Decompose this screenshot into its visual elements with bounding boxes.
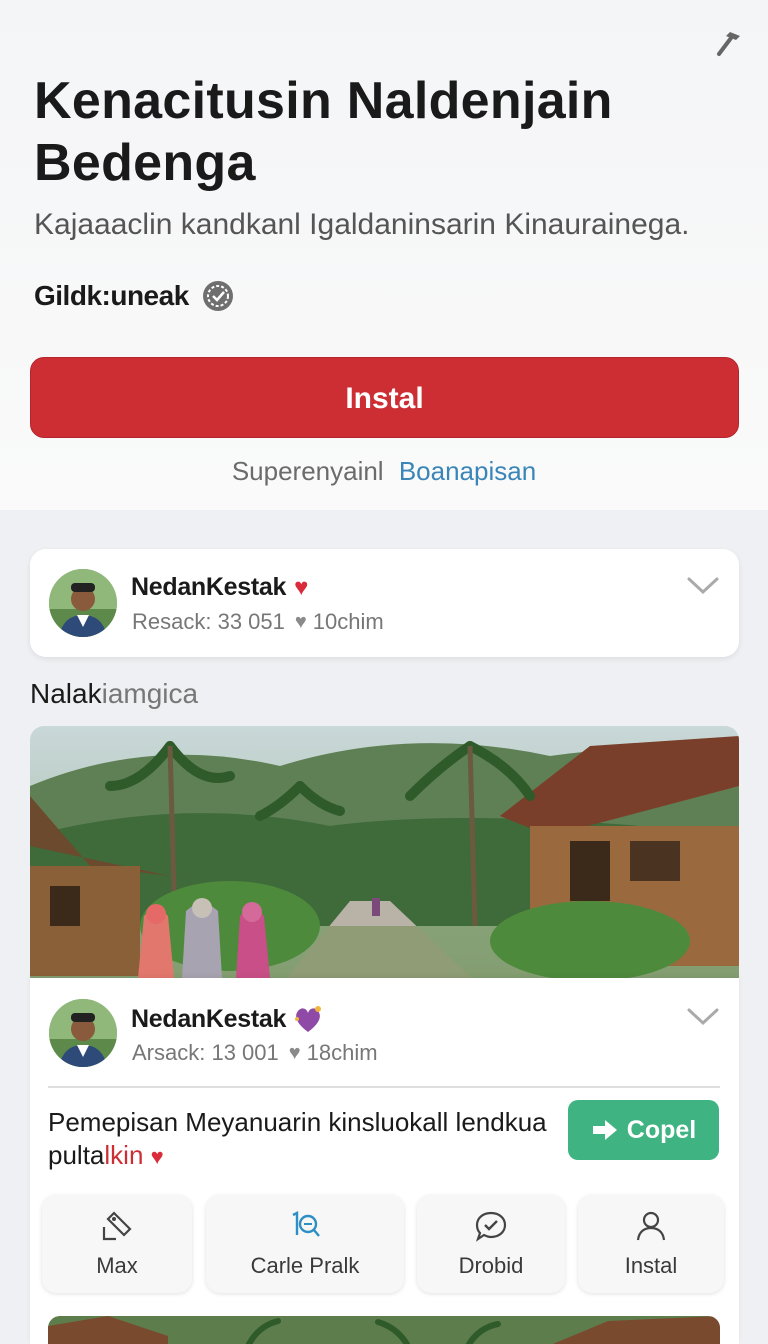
reviewer-name: NedanKestak ♥ — [131, 573, 308, 602]
divider — [48, 1086, 720, 1088]
review-time: 10chim — [312, 609, 384, 634]
review-meta: Resack: 33 051 ♥ 10chim — [132, 609, 384, 635]
action-instal[interactable]: Instal — [578, 1195, 724, 1293]
person-icon — [636, 1211, 666, 1241]
post-time: 18chim — [306, 1040, 378, 1065]
compel-label: Copel — [626, 1115, 697, 1144]
app-subtitle: Kajaaaclin kandkanl Igaldaninsarin Kinau… — [34, 208, 690, 241]
action-max[interactable]: Max — [42, 1195, 192, 1293]
chat-check-icon — [475, 1211, 507, 1242]
post-author-text: NedanKestak — [131, 1004, 287, 1033]
heart-icon: ♥ — [294, 573, 309, 601]
action-label: Drobid — [458, 1253, 524, 1278]
post-body-highlight: lkin — [104, 1140, 144, 1170]
action-drobid[interactable]: Drobid — [417, 1195, 565, 1293]
section-label-strong: Nalak — [30, 678, 102, 709]
like-icon: ♥ — [294, 610, 307, 633]
support-text: Superenyainl — [231, 456, 384, 486]
chevron-down-icon[interactable] — [686, 1006, 720, 1028]
action-carle-pralk[interactable]: Carle Pralk — [206, 1195, 404, 1293]
review-card[interactable]: NedanKestak ♥ Resack: 33 051 ♥ 10chim — [30, 549, 739, 657]
tag-edit-icon — [102, 1211, 132, 1241]
support-row: Superenyainl Boanapisan — [0, 456, 768, 487]
avatar — [49, 569, 117, 637]
compel-button[interactable]: Copel — [568, 1100, 719, 1160]
avatar — [49, 999, 117, 1067]
next-post-image[interactable] — [48, 1316, 720, 1344]
post-body: Pemepisan Meyanuarin kinsluokall lendkua… — [48, 1106, 568, 1173]
post-meta: Arsack: 13 001 ♥ 18chim — [132, 1040, 378, 1066]
install-button[interactable]: Instal — [30, 357, 739, 438]
app-title: Kenacitusin Naldenjain Bedenga — [34, 72, 613, 192]
reviewer-name-text: NedanKestak — [131, 573, 287, 601]
post-card: NedanKestak Arsack: 13 001 ♥ 18chim Peme… — [30, 978, 739, 1344]
post-count: Arsack: 13 001 — [132, 1040, 279, 1065]
app-header: Kenacitusin Naldenjain Bedenga Kajaaacli… — [0, 0, 768, 510]
search-plus-icon — [292, 1211, 320, 1237]
action-label: Max — [96, 1253, 138, 1278]
developer-name: Gildk:uneak — [34, 280, 189, 311]
developer-row[interactable]: Gildk:uneak — [34, 276, 235, 316]
post-author-name: NedanKestak — [131, 1004, 324, 1034]
verified-badge-icon — [202, 281, 233, 311]
arrow-right-icon — [592, 1120, 617, 1140]
like-icon: ♥ — [288, 1041, 301, 1064]
section-label: Nalakiamgica — [30, 678, 198, 710]
chevron-down-icon[interactable] — [686, 575, 720, 597]
section-label-light: iamgica — [101, 678, 199, 709]
sparkle-heart-icon — [295, 1006, 322, 1032]
support-link[interactable]: Boanapisan — [399, 456, 536, 486]
heart-icon: ♥ — [150, 1144, 164, 1169]
action-label: Carle Pralk — [250, 1253, 360, 1278]
hammer-icon[interactable] — [712, 26, 746, 60]
action-label: Instal — [624, 1253, 678, 1278]
village-photo[interactable] — [30, 726, 739, 986]
review-count: Resack: 33 051 — [132, 609, 285, 634]
